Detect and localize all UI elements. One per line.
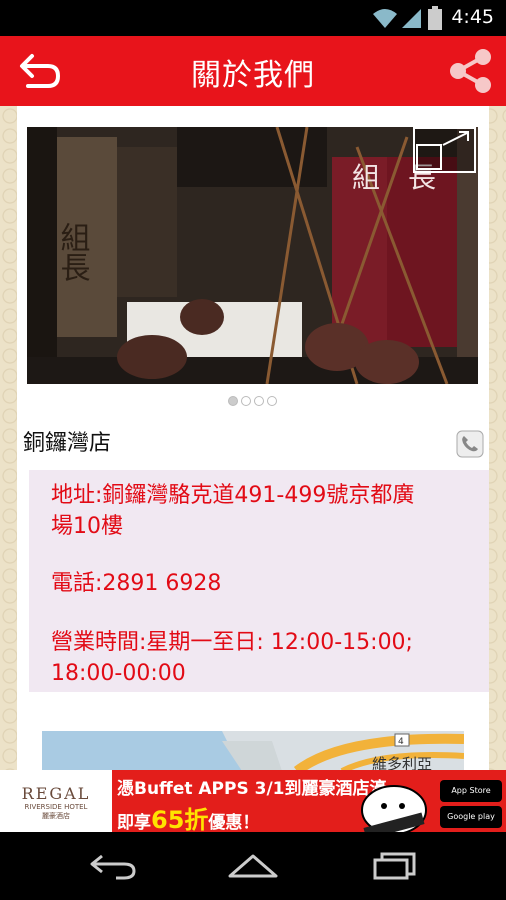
hotel-logo: REGAL RIVERSIDE HOTEL 麗豪酒店 [0,770,112,832]
map-art: 4 維多利亞 [42,731,464,771]
store-info-box[interactable]: 地址:銅鑼灣駱克道491-499號京都廣 場10樓 電話:2891 6928 營… [29,470,489,692]
pager-dot[interactable] [228,396,238,406]
hours-line-1: 營業時間:星期一至日: 12:00-15:00; [51,630,413,655]
map-label: 維多利亞 [372,755,432,771]
google-play-badge[interactable]: Google play [440,806,502,828]
ad-line-1: 憑Buffet APPS 3/1到麗豪酒店濠 [117,779,387,799]
app-header: 關於我們 [0,36,506,106]
location-map[interactable]: 4 維多利亞 [42,731,464,771]
phone-number[interactable]: 電話:2891 6928 [51,568,481,599]
status-bar: 4:45 [0,0,506,36]
page-title: 關於我們 [191,58,315,93]
pager-dot[interactable] [241,396,251,406]
battery-icon [428,6,442,30]
pager-dot[interactable] [267,396,277,406]
signal-icon [402,9,421,28]
status-time: 4:45 [451,6,494,28]
svg-text:4: 4 [398,737,404,747]
recents-nav-icon[interactable] [372,852,418,880]
phone-icon[interactable] [456,430,484,458]
mascot-icon [361,785,427,832]
back-nav-icon[interactable] [88,852,138,880]
wifi-icon [373,9,397,28]
android-nav-bar [0,832,506,900]
ad-line-2: 即享65折優惠！ [117,806,260,832]
store-name: 銅鑼灣店 [23,431,112,456]
address-line-1: 地址:銅鑼灣駱克道491-499號京都廣 [51,483,415,508]
photo-sign-left: 組長 [55,222,90,282]
hotel-brand-chinese: 麗豪酒店 [42,812,70,820]
restaurant-photo[interactable]: 組長 組長 [27,127,478,384]
pager-dot[interactable] [254,396,264,406]
address-line-2: 場10樓 [51,514,123,539]
ad-banner[interactable]: REGAL RIVERSIDE HOTEL 麗豪酒店 憑Buffet APPS … [0,770,506,832]
hotel-brand: REGAL [21,784,91,803]
expand-icon[interactable] [413,127,476,173]
photo-pager-dots [228,391,280,410]
restaurant-photo-art: 組長 組長 [27,127,478,384]
app-store-badge[interactable]: App Store [440,780,502,802]
hotel-brand-sub: RIVERSIDE HOTEL [24,803,88,811]
share-icon[interactable] [446,48,494,94]
home-nav-icon[interactable] [228,852,278,880]
hours-line-2: 18:00-00:00 [51,661,186,686]
